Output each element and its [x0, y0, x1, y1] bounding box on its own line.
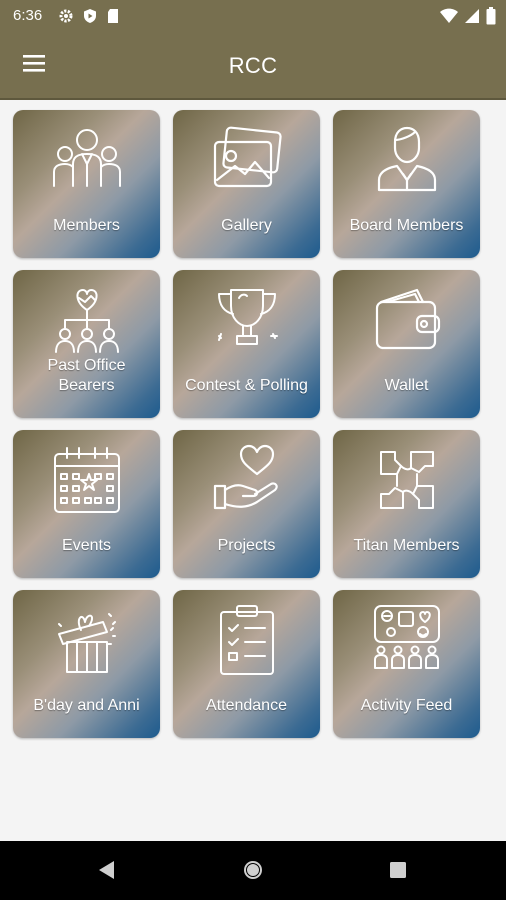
- tile-titan-members[interactable]: Titan Members: [333, 430, 480, 578]
- tile-label-line: Bearers: [58, 377, 115, 394]
- tile-events[interactable]: Events: [13, 430, 160, 578]
- gallery-icon: [211, 124, 283, 196]
- hands-circle-icon: [371, 444, 443, 516]
- tile-label: Projects: [217, 537, 276, 554]
- tile-members[interactable]: Members: [13, 110, 160, 258]
- settings-gear-icon: [58, 8, 74, 29]
- members-icon: [51, 124, 123, 196]
- heart-hand-icon: [211, 444, 283, 516]
- menu-grid: Members Gallery Board Members Past Offic…: [13, 110, 493, 738]
- tile-label: Past Office Bearers: [17, 356, 156, 396]
- play-protect-icon: [82, 8, 98, 29]
- tile-label: Activity Feed: [360, 697, 453, 714]
- tile-wallet[interactable]: Wallet: [333, 270, 480, 418]
- tile-label: Gallery: [221, 217, 272, 234]
- status-bar: 6:36: [0, 0, 506, 34]
- board-member-icon: [371, 124, 443, 196]
- tile-attendance[interactable]: Attendance: [173, 590, 320, 738]
- system-navigation-bar: [0, 841, 506, 900]
- tile-gallery[interactable]: Gallery: [173, 110, 320, 258]
- home-icon[interactable]: [242, 859, 264, 886]
- activity-feed-icon: [371, 604, 443, 676]
- tile-label: Wallet: [384, 377, 429, 394]
- tile-activity-feed[interactable]: Activity Feed: [333, 590, 480, 738]
- app-bar: RCC: [0, 34, 506, 100]
- wallet-icon: [371, 284, 443, 356]
- tile-bday-anni[interactable]: B'day and Anni: [13, 590, 160, 738]
- past-office-bearers-icon: [51, 284, 123, 356]
- tile-projects[interactable]: Projects: [173, 430, 320, 578]
- tile-contest-polling[interactable]: Contest & Polling: [173, 270, 320, 418]
- tile-label: Contest & Polling: [185, 377, 308, 394]
- tile-label: Board Members: [349, 217, 464, 234]
- clipboard-checklist-icon: [211, 604, 283, 676]
- tile-label: B'day and Anni: [33, 697, 140, 714]
- status-time: 6:36: [13, 7, 43, 24]
- app-title: RCC: [228, 53, 278, 78]
- battery-icon: [486, 7, 496, 30]
- back-icon[interactable]: [96, 859, 116, 886]
- wifi-icon: [440, 8, 458, 29]
- recents-icon[interactable]: [389, 861, 407, 884]
- gift-icon: [51, 604, 123, 676]
- tile-label: Attendance: [206, 697, 287, 714]
- signal-icon: [464, 8, 480, 29]
- tile-label: Events: [62, 537, 111, 554]
- tile-label-line: Past Office: [47, 357, 126, 374]
- tile-label: Titan Members: [353, 537, 460, 554]
- tile-past-office-bearers[interactable]: Past Office Bearers: [13, 270, 160, 418]
- tile-board-members[interactable]: Board Members: [333, 110, 480, 258]
- sd-card-icon: [106, 8, 120, 29]
- trophy-icon: [211, 284, 283, 356]
- calendar-icon: [51, 444, 123, 516]
- tile-label: Members: [53, 217, 120, 234]
